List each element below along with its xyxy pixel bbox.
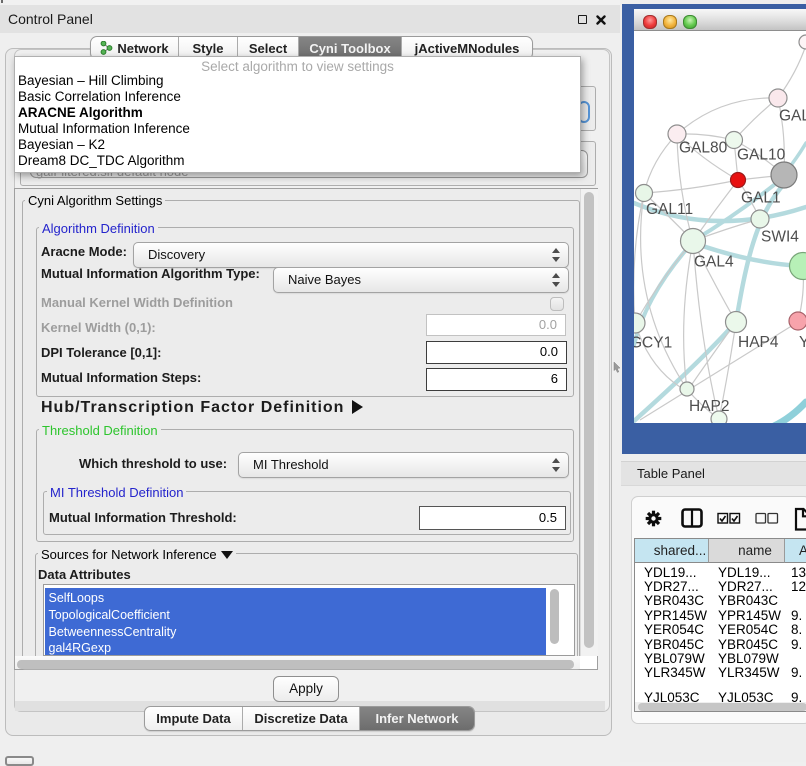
svg-text:GAL11: GAL11 <box>646 201 693 218</box>
svg-text:GAL2: GAL2 <box>779 108 806 125</box>
svg-text:HAP4: HAP4 <box>738 334 779 351</box>
svg-text:GAL80: GAL80 <box>679 140 728 157</box>
svg-text:SWI4: SWI4 <box>761 229 799 246</box>
svg-text:GAL4: GAL4 <box>694 254 734 271</box>
svg-text:GAL10: GAL10 <box>737 147 786 164</box>
svg-text:HAP2: HAP2 <box>689 398 730 415</box>
svg-text:GAL1: GAL1 <box>741 190 781 207</box>
svg-text:Y: Y <box>799 334 806 351</box>
svg-text:GCY1: GCY1 <box>634 335 672 352</box>
